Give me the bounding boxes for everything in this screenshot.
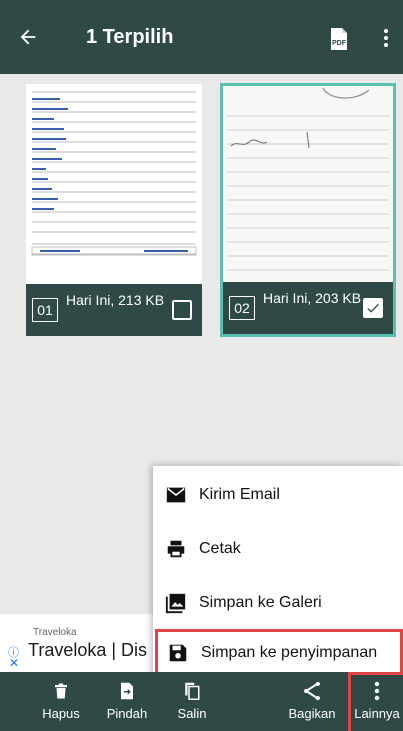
toolbar-label: Salin <box>177 706 207 721</box>
checkmark-icon <box>367 303 379 313</box>
document-preview <box>26 84 202 284</box>
save-icon <box>167 642 189 664</box>
back-button[interactable] <box>14 23 42 51</box>
more-options-button[interactable]: Lainnya <box>348 672 403 731</box>
menu-item-label: Cetak <box>199 540 241 557</box>
select-checkbox[interactable] <box>172 300 192 320</box>
move-button[interactable]: Pindah <box>100 672 154 731</box>
page-number: 02 <box>229 296 255 320</box>
ad-banner[interactable]: Traveloka ⓘ ✕ Traveloka | Dis <box>0 614 160 672</box>
share-icon <box>302 681 322 701</box>
document-thumbnail-2[interactable]: 02 Hari Ini, 203 KB <box>220 83 396 337</box>
toolbar-label: Bagikan <box>288 706 336 721</box>
page-title: 1 Terpilih <box>86 26 174 48</box>
thumbnail-caption: 02 Hari Ini, 203 KB <box>223 282 393 334</box>
overflow-menu: Kirim Email Cetak Simpan ke Galeri Simpa… <box>153 466 403 680</box>
gallery-icon <box>165 592 187 614</box>
more-vertical-icon <box>367 681 387 701</box>
toolbar-label: Pindah <box>106 706 148 721</box>
trash-icon <box>51 681 71 701</box>
menu-item-label: Kirim Email <box>199 486 280 503</box>
select-checkbox-checked[interactable] <box>363 298 383 318</box>
thumbnail-info: Hari Ini, 203 KB <box>263 290 362 306</box>
ad-headline: Traveloka | Dis <box>28 640 148 660</box>
menu-item-print[interactable]: Cetak <box>153 524 403 574</box>
menu-item-save-to-storage[interactable]: Simpan ke penyimpanan <box>155 629 403 677</box>
menu-item-label: Simpan ke penyimpanan <box>201 644 378 661</box>
close-icon[interactable]: ✕ <box>9 657 19 669</box>
print-icon <box>165 538 187 560</box>
page-number: 01 <box>32 298 58 322</box>
arrow-left-icon <box>20 29 36 45</box>
form-preview-image <box>26 84 202 284</box>
email-icon <box>165 484 187 506</box>
app-bar: 1 Terpilih PDF <box>0 0 403 74</box>
delete-button[interactable]: Hapus <box>36 672 86 731</box>
copy-button[interactable]: Salin <box>172 672 212 731</box>
toolbar-label: Lainnya <box>354 706 400 721</box>
thumbnail-caption: 01 Hari Ini, 213 KB <box>26 284 202 336</box>
pdf-label: PDF <box>332 40 347 47</box>
pdf-icon: PDF <box>331 28 347 50</box>
document-preview <box>223 86 393 282</box>
more-vertical-icon <box>384 29 388 33</box>
copy-icon <box>182 681 202 701</box>
lined-paper-image <box>223 86 393 282</box>
ad-brand: Traveloka <box>33 627 77 638</box>
document-thumbnail-1[interactable]: 01 Hari Ini, 213 KB <box>26 84 202 336</box>
pdf-button[interactable]: PDF <box>327 27 351 51</box>
menu-item-label: Simpan ke Galeri <box>199 594 322 611</box>
more-button[interactable] <box>378 25 394 51</box>
bottom-toolbar: Hapus Pindah Salin Bagikan Lainnya <box>0 672 403 731</box>
menu-item-send-email[interactable]: Kirim Email <box>153 470 403 520</box>
thumbnail-info: Hari Ini, 213 KB <box>66 292 165 308</box>
menu-item-save-to-gallery[interactable]: Simpan ke Galeri <box>153 578 403 628</box>
share-button[interactable]: Bagikan <box>282 672 342 731</box>
move-icon <box>117 681 137 701</box>
toolbar-label: Hapus <box>42 706 80 721</box>
